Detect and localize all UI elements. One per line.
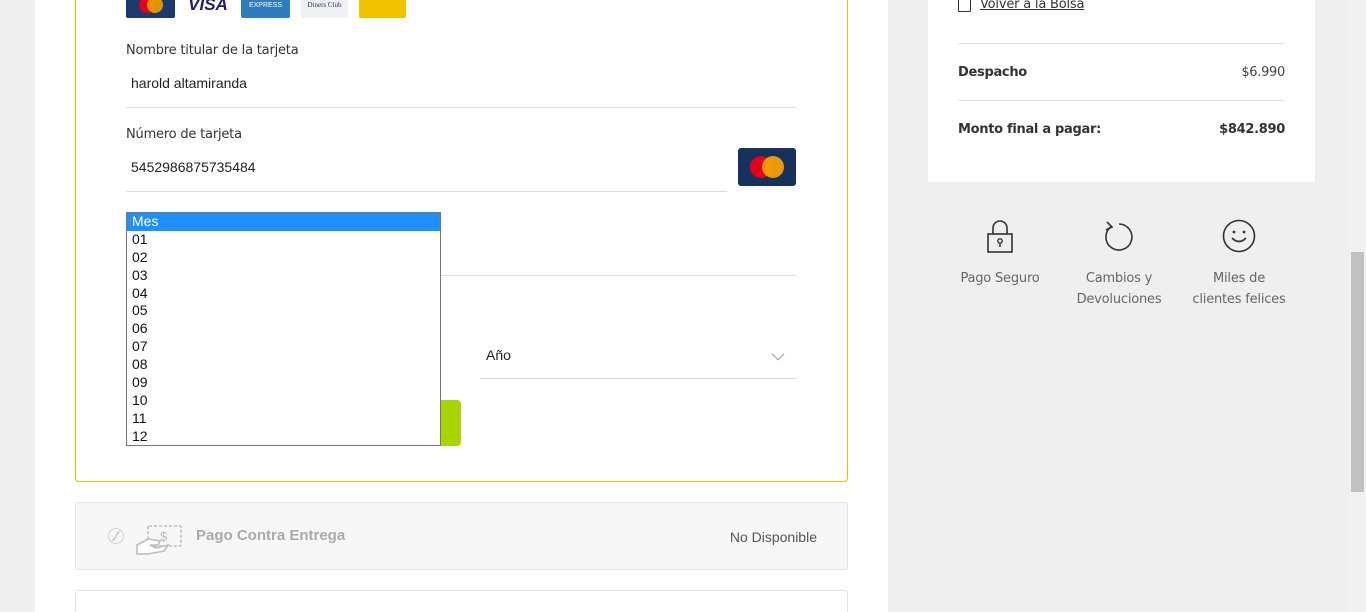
card-number-label: Número de tarjeta: [126, 127, 242, 142]
holder-name-input[interactable]: harold altamiranda: [131, 75, 247, 91]
total-row: Monto final a pagar: $842.890: [958, 122, 1285, 137]
back-to-bag-link[interactable]: Volver a la Bolsa: [958, 0, 1084, 12]
total-value: $842.890: [1219, 122, 1285, 137]
month-option[interactable]: Mes: [127, 213, 440, 231]
other-card-logo-icon: [359, 0, 406, 18]
month-option[interactable]: 07: [127, 338, 440, 356]
card-number-input[interactable]: 5452986875735484: [131, 159, 256, 175]
month-option[interactable]: 06: [127, 320, 440, 338]
holder-name-underline: [126, 107, 797, 108]
diners-club-logo-icon: Diners Club: [301, 0, 348, 18]
year-select-value: Año: [486, 347, 511, 363]
benefit-happy-clients: Miles de clientes felices: [1184, 218, 1294, 310]
benefit-secure-payment: Pago Seguro: [945, 218, 1055, 289]
month-option[interactable]: 10: [127, 392, 440, 410]
cash-hand-icon: $: [136, 525, 182, 555]
total-label: Monto final a pagar:: [958, 122, 1101, 137]
refresh-icon: [1105, 221, 1133, 251]
mastercard-logo-icon: [126, 0, 175, 18]
month-option[interactable]: 01: [127, 231, 440, 249]
lock-icon: [987, 220, 1013, 253]
month-option[interactable]: 08: [127, 356, 440, 374]
scrollbar-thumb[interactable]: [1351, 252, 1364, 492]
cash-on-delivery-status: No Disponible: [729, 529, 817, 545]
shipping-value: $6.990: [1241, 65, 1285, 80]
summary-divider: [958, 100, 1285, 101]
benefit-returns-line1: Cambios y: [1085, 271, 1153, 286]
year-select[interactable]: Año: [480, 335, 797, 379]
mastercard-detected-icon: [738, 148, 796, 186]
next-payment-option: [75, 590, 848, 612]
svg-text:$: $: [160, 529, 168, 544]
summary-divider: [958, 43, 1285, 44]
cash-on-delivery-option: $ Pago Contra Entrega No Disponible: [75, 502, 848, 570]
back-to-bag-label: Volver a la Bolsa: [980, 0, 1085, 12]
amex-logo-icon: EXPRESS: [241, 0, 290, 18]
benefit-returns: Cambios y Devoluciones: [1064, 218, 1174, 310]
benefit-returns-line2: Devoluciones: [1076, 292, 1162, 307]
visa-logo-icon: VISA: [186, 0, 230, 18]
benefit-happy-line1: Miles de: [1213, 271, 1265, 286]
benefit-returns-label: Cambios y Devoluciones: [1064, 268, 1174, 310]
card-logos: VISA EXPRESS Diners Club: [126, 0, 406, 18]
benefit-happy-line2: clientes felices: [1192, 292, 1286, 307]
smiley-icon: [1222, 219, 1256, 253]
bag-icon: [958, 0, 971, 12]
month-option[interactable]: 02: [127, 249, 440, 267]
benefit-happy-label: Miles de clientes felices: [1184, 268, 1294, 310]
month-option[interactable]: 11: [127, 410, 440, 428]
month-option[interactable]: 03: [127, 267, 440, 285]
month-option[interactable]: 12: [127, 428, 440, 446]
month-option[interactable]: 09: [127, 374, 440, 392]
shipping-label: Despacho: [958, 65, 1027, 80]
month-select-dropdown[interactable]: Mes 01 02 03 04 05 06 07 08 09 10 11 12: [126, 212, 441, 446]
holder-name-label: Nombre titular de la tarjeta: [126, 43, 299, 58]
cvv-underline: [441, 275, 797, 276]
shipping-row: Despacho $6.990: [958, 65, 1285, 80]
card-number-underline: [126, 191, 727, 192]
disabled-radio-icon: [108, 528, 124, 544]
month-option[interactable]: 04: [127, 285, 440, 303]
chevron-down-icon: [771, 347, 785, 361]
month-option[interactable]: 05: [127, 302, 440, 320]
cash-on-delivery-title: Pago Contra Entrega: [196, 527, 346, 544]
order-summary-panel: [928, 0, 1315, 182]
benefit-secure-label: Pago Seguro: [960, 271, 1040, 286]
